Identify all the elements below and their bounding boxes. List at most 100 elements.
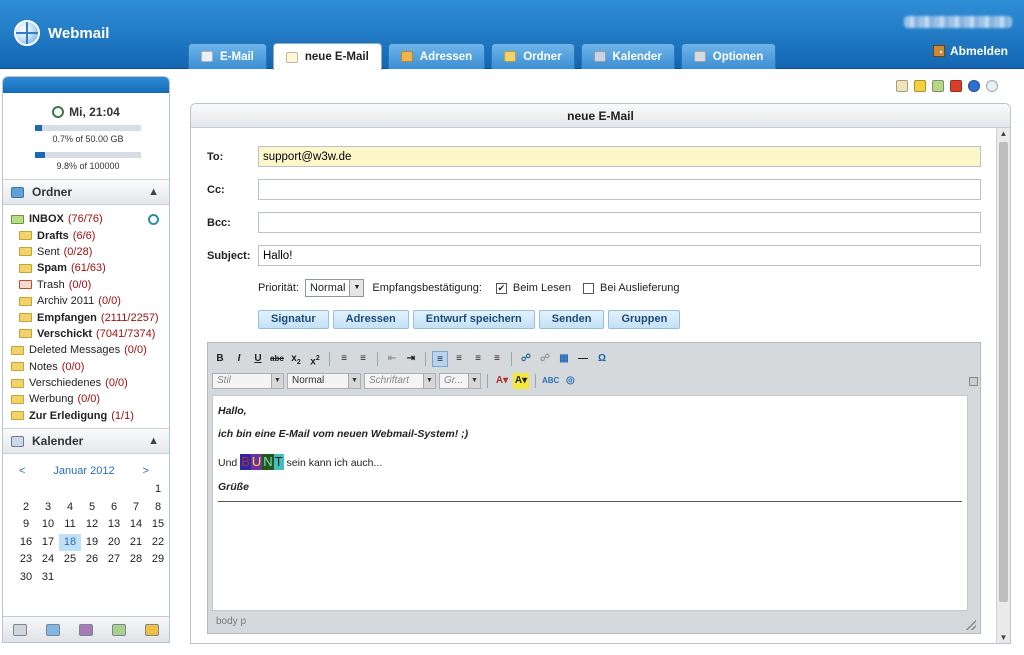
calendar-day[interactable]: 18 <box>59 533 81 552</box>
background-color-icon[interactable]: A▾ <box>513 372 529 389</box>
inbox-icon[interactable] <box>932 80 944 92</box>
calendar-day[interactable]: 23 <box>15 551 37 569</box>
calendar-day[interactable]: 17 <box>37 534 59 552</box>
tab-kalender[interactable]: Kalender <box>580 43 675 69</box>
calendar-day[interactable]: 19 <box>81 534 103 552</box>
underline-button[interactable]: U <box>250 351 266 367</box>
panel-scrollbar[interactable]: ▲ ▼ <box>996 128 1010 643</box>
calendar-next-button[interactable]: > <box>143 465 149 477</box>
size-select[interactable]: Gr... ▼ <box>439 372 481 389</box>
calendar-day[interactable]: 21 <box>125 534 147 552</box>
search-icon[interactable] <box>986 80 998 92</box>
calendar-day[interactable]: 1 <box>147 481 169 499</box>
bold-button[interactable]: B <box>212 351 228 367</box>
unlink-icon[interactable]: ☍ <box>537 351 553 367</box>
indent-icon[interactable]: ⇥ <box>403 351 419 367</box>
align-justify-icon[interactable]: ≡ <box>489 351 505 367</box>
calendar-day[interactable]: 12 <box>81 516 103 534</box>
folder-icon[interactable] <box>45 623 60 636</box>
folder-item[interactable]: Werbung (0/0) <box>3 391 169 407</box>
special-char-icon[interactable]: Ω <box>594 351 610 367</box>
help-icon[interactable] <box>968 80 980 92</box>
calendar-day[interactable]: 2 <box>15 499 37 517</box>
scroll-up-icon[interactable]: ▲ <box>997 128 1010 140</box>
tab-e-mail[interactable]: E-Mail <box>188 43 267 69</box>
link-icon[interactable]: ☍ <box>518 351 534 367</box>
calendar-day[interactable]: 22 <box>147 534 169 552</box>
editor-content[interactable]: Hallo, ich bin eine E-Mail vom neuen Web… <box>212 395 968 611</box>
style-select[interactable]: Stil ▼ <box>212 372 284 389</box>
tab-ordner[interactable]: Ordner <box>491 43 575 69</box>
spellcheck-icon[interactable]: ABC <box>542 373 559 389</box>
calendar-day[interactable]: 3 <box>37 499 59 517</box>
folder-item[interactable]: Trash (0/0) <box>3 277 169 293</box>
table-icon[interactable]: ▦ <box>556 351 572 367</box>
calendar-day[interactable]: 15 <box>147 516 169 534</box>
groups-button[interactable]: Gruppen <box>608 310 681 329</box>
font-select[interactable]: Schriftart ▼ <box>364 372 436 389</box>
folder-item[interactable]: Empfangen (2111/2257) <box>3 309 169 325</box>
logout-button[interactable]: Abmelden <box>932 44 1008 58</box>
scroll-thumb[interactable] <box>999 142 1008 602</box>
folder-item[interactable]: Deleted Messages (0/0) <box>3 342 169 358</box>
receipt-delivery-checkbox[interactable] <box>582 282 594 294</box>
calendar-day[interactable]: 28 <box>125 551 147 569</box>
calendar-day[interactable]: 27 <box>103 551 125 569</box>
tab-adressen[interactable]: Adressen <box>387 43 486 69</box>
calendar-day[interactable]: 24 <box>37 551 59 569</box>
chevron-up-icon[interactable]: ▲ <box>148 435 159 447</box>
calendar-day[interactable]: 30 <box>15 569 37 587</box>
send-button[interactable]: Senden <box>538 310 605 329</box>
folder-item[interactable]: Sent (0/28) <box>3 244 169 260</box>
calendar-day[interactable]: 4 <box>59 499 81 517</box>
outdent-icon[interactable]: ⇤ <box>384 351 400 367</box>
calendar-day[interactable]: 20 <box>103 534 125 552</box>
to-field[interactable] <box>258 146 981 167</box>
align-left-icon[interactable]: ≡ <box>432 350 448 367</box>
note-icon[interactable] <box>914 80 926 92</box>
folder-item[interactable]: Verschickt (7041/7374) <box>3 326 169 342</box>
calendar-day[interactable]: 6 <box>103 499 125 517</box>
calendar-day[interactable]: 29 <box>147 551 169 569</box>
scroll-down-icon[interactable]: ▼ <box>997 632 1010 643</box>
heart-icon[interactable] <box>78 623 93 636</box>
chevron-up-icon[interactable]: ▲ <box>148 186 159 198</box>
priority-select[interactable]: Normal ▼ <box>304 279 365 297</box>
receipt-read-checkbox[interactable]: ✔ <box>495 282 507 294</box>
calendar-day[interactable]: 13 <box>103 516 125 534</box>
signature-button[interactable]: Signatur <box>258 310 329 329</box>
folder-item[interactable]: Drafts (6/6) <box>3 227 169 243</box>
calendar-day[interactable]: 25 <box>59 551 81 569</box>
folders-section-header[interactable]: Ordner ▲ <box>3 179 169 205</box>
calendar-day[interactable]: 26 <box>81 551 103 569</box>
horizontal-rule-icon[interactable]: — <box>575 351 591 367</box>
settings-icon[interactable] <box>12 623 27 636</box>
italic-button[interactable]: I <box>231 351 247 367</box>
toolbar-collapse-button[interactable] <box>969 377 978 386</box>
subscript-button[interactable]: x2 <box>288 351 304 367</box>
bullet-list-icon[interactable]: ≡ <box>355 351 371 367</box>
folder-item[interactable]: Zur Erledigung (1/1) <box>3 408 169 424</box>
superscript-button[interactable]: x2 <box>307 351 323 367</box>
calendar-day[interactable]: 10 <box>37 516 59 534</box>
strikethrough-button[interactable]: abc <box>269 351 285 367</box>
align-center-icon[interactable]: ≡ <box>451 351 467 367</box>
shield-icon[interactable] <box>145 623 160 636</box>
folder-item[interactable]: Notes (0/0) <box>3 359 169 375</box>
save-draft-button[interactable]: Entwurf speichern <box>412 310 535 329</box>
cc-field[interactable] <box>258 179 981 200</box>
calendar-day[interactable]: 16 <box>15 534 37 552</box>
bookmark-icon[interactable] <box>950 80 962 92</box>
numbered-list-icon[interactable]: ≡ <box>336 351 352 367</box>
folder-item[interactable]: INBOX (76/76) <box>3 211 169 227</box>
subject-field[interactable] <box>258 245 981 266</box>
calendar-day[interactable]: 8 <box>147 499 169 517</box>
resize-handle[interactable] <box>966 620 976 630</box>
folder-item[interactable]: Verschiedenes (0/0) <box>3 375 169 391</box>
calendar-day[interactable]: 9 <box>15 516 37 534</box>
calendar-day[interactable]: 5 <box>81 499 103 517</box>
format-select[interactable]: Normal ▼ <box>287 372 361 389</box>
tab-optionen[interactable]: Optionen <box>680 43 777 69</box>
source-view-icon[interactable]: ◎ <box>562 373 578 389</box>
bcc-field[interactable] <box>258 212 981 233</box>
